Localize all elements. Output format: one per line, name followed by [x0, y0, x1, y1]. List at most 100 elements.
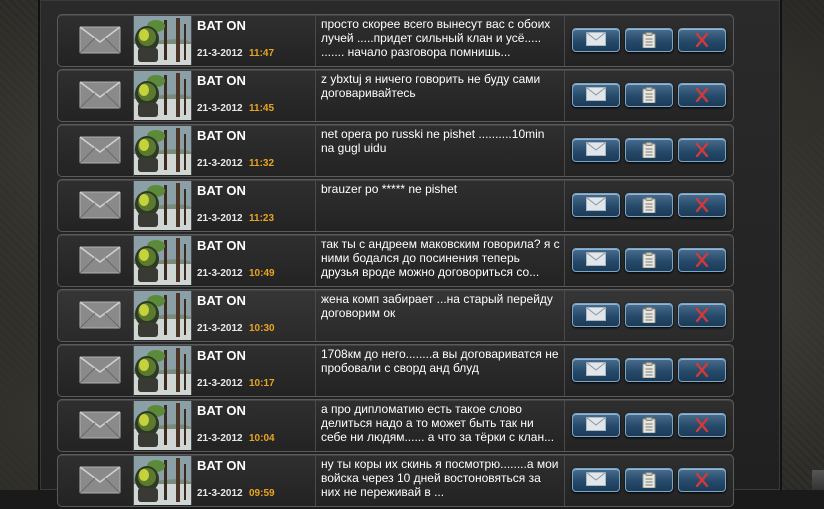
- delete-button[interactable]: [678, 248, 726, 272]
- clipboard-icon: [642, 142, 656, 158]
- message-time: 11:32: [249, 158, 275, 169]
- divider: [564, 455, 565, 506]
- delete-x-icon: [695, 308, 709, 322]
- copy-button[interactable]: [625, 303, 673, 327]
- scroll-handle[interactable]: [812, 470, 824, 490]
- sender-name[interactable]: BAT ON: [197, 238, 246, 253]
- message-row[interactable]: BAT ON 21-3-2012 11:45 z ybxtuj я ничего…: [57, 69, 734, 122]
- sender-name[interactable]: BAT ON: [197, 183, 246, 198]
- copy-button[interactable]: [625, 413, 673, 437]
- avatar[interactable]: [134, 346, 192, 395]
- reply-envelope-icon: [586, 417, 606, 431]
- avatar[interactable]: [134, 456, 192, 505]
- divider: [564, 400, 565, 451]
- divider: [564, 70, 565, 121]
- reply-button[interactable]: [572, 413, 620, 437]
- message-date: 21-3-2012: [197, 103, 243, 114]
- message-time: 10:04: [249, 433, 275, 444]
- reply-button[interactable]: [572, 83, 620, 107]
- copy-button[interactable]: [625, 83, 673, 107]
- copy-button[interactable]: [625, 28, 673, 52]
- envelope-icon: [79, 356, 121, 384]
- message-row[interactable]: BAT ON 21-3-2012 10:04 а про дипломатию …: [57, 399, 734, 452]
- message-text[interactable]: 1708км до него........а вы договариватся…: [321, 347, 561, 395]
- envelope-cell: [58, 125, 134, 176]
- delete-button[interactable]: [678, 83, 726, 107]
- delete-button[interactable]: [678, 413, 726, 437]
- message-row[interactable]: BAT ON 21-3-2012 10:30 жена комп забирае…: [57, 289, 734, 342]
- reply-button[interactable]: [572, 468, 620, 492]
- message-meta: BAT ON 21-3-2012 09:59: [192, 455, 316, 506]
- delete-x-icon: [695, 418, 709, 432]
- message-text[interactable]: жена комп забирает ...на старый перейду …: [321, 292, 561, 340]
- copy-button[interactable]: [625, 468, 673, 492]
- delete-button[interactable]: [678, 468, 726, 492]
- sender-name[interactable]: BAT ON: [197, 293, 246, 308]
- sender-name[interactable]: BAT ON: [197, 458, 246, 473]
- avatar[interactable]: [134, 401, 192, 450]
- avatar[interactable]: [134, 126, 192, 175]
- envelope-cell: [58, 15, 134, 66]
- avatar[interactable]: [134, 236, 192, 285]
- reply-envelope-icon: [586, 142, 606, 156]
- delete-x-icon: [695, 253, 709, 267]
- message-time: 10:49: [249, 268, 275, 279]
- clipboard-icon: [642, 87, 656, 103]
- sender-name[interactable]: BAT ON: [197, 18, 246, 33]
- message-text[interactable]: net opera po russki ne pishet ..........…: [321, 127, 561, 175]
- envelope-cell: [58, 455, 134, 506]
- delete-button[interactable]: [678, 303, 726, 327]
- message-text[interactable]: а про дипломатию есть такое слово делить…: [321, 402, 561, 450]
- clipboard-icon: [642, 32, 656, 48]
- reply-button[interactable]: [572, 28, 620, 52]
- avatar[interactable]: [134, 71, 192, 120]
- sender-name[interactable]: BAT ON: [197, 73, 246, 88]
- message-text[interactable]: просто скорее всего вынесут вас с обоих …: [321, 17, 561, 65]
- delete-button[interactable]: [678, 28, 726, 52]
- sender-name[interactable]: BAT ON: [197, 403, 246, 418]
- reply-button[interactable]: [572, 138, 620, 162]
- message-text[interactable]: ну ты коры их скинь я посмотрю........а …: [321, 457, 561, 505]
- reply-button[interactable]: [572, 248, 620, 272]
- message-row[interactable]: BAT ON 21-3-2012 11:32 net opera po russ…: [57, 124, 734, 177]
- message-list: BAT ON 21-3-2012 11:47 просто скорее все…: [57, 14, 734, 509]
- copy-button[interactable]: [625, 193, 673, 217]
- reply-button[interactable]: [572, 193, 620, 217]
- message-row[interactable]: BAT ON 21-3-2012 10:17 1708км до него...…: [57, 344, 734, 397]
- message-row[interactable]: BAT ON 21-3-2012 09:59 ну ты коры их ски…: [57, 454, 734, 507]
- avatar[interactable]: [134, 181, 192, 230]
- message-date: 21-3-2012: [197, 268, 243, 279]
- message-text[interactable]: так ты с андреем маковским говорила? я с…: [321, 237, 561, 285]
- message-time: 11:47: [249, 48, 275, 59]
- divider: [564, 125, 565, 176]
- message-meta: BAT ON 21-3-2012 11:32: [192, 125, 316, 176]
- delete-button[interactable]: [678, 193, 726, 217]
- delete-button[interactable]: [678, 358, 726, 382]
- envelope-icon: [79, 411, 121, 439]
- copy-button[interactable]: [625, 358, 673, 382]
- delete-x-icon: [695, 88, 709, 102]
- avatar[interactable]: [134, 291, 192, 340]
- message-text[interactable]: z ybxtuj я ничего говорить не буду сами …: [321, 72, 561, 120]
- message-time: 10:17: [249, 378, 275, 389]
- sender-name[interactable]: BAT ON: [197, 128, 246, 143]
- reply-envelope-icon: [586, 472, 606, 486]
- message-row[interactable]: BAT ON 21-3-2012 11:23 brauzer po ***** …: [57, 179, 734, 232]
- delete-button[interactable]: [678, 138, 726, 162]
- message-row[interactable]: BAT ON 21-3-2012 10:49 так ты с андреем …: [57, 234, 734, 287]
- sender-name[interactable]: BAT ON: [197, 348, 246, 363]
- message-date: 21-3-2012: [197, 48, 243, 59]
- reply-envelope-icon: [586, 87, 606, 101]
- message-text[interactable]: brauzer po ***** ne pishet: [321, 182, 561, 230]
- message-row[interactable]: BAT ON 21-3-2012 11:47 просто скорее все…: [57, 14, 734, 67]
- envelope-icon: [79, 191, 121, 219]
- envelope-icon: [79, 81, 121, 109]
- avatar[interactable]: [134, 16, 192, 65]
- reply-button[interactable]: [572, 303, 620, 327]
- envelope-cell: [58, 400, 134, 451]
- message-time: 10:30: [249, 323, 275, 334]
- reply-button[interactable]: [572, 358, 620, 382]
- copy-button[interactable]: [625, 138, 673, 162]
- message-meta: BAT ON 21-3-2012 11:45: [192, 70, 316, 121]
- copy-button[interactable]: [625, 248, 673, 272]
